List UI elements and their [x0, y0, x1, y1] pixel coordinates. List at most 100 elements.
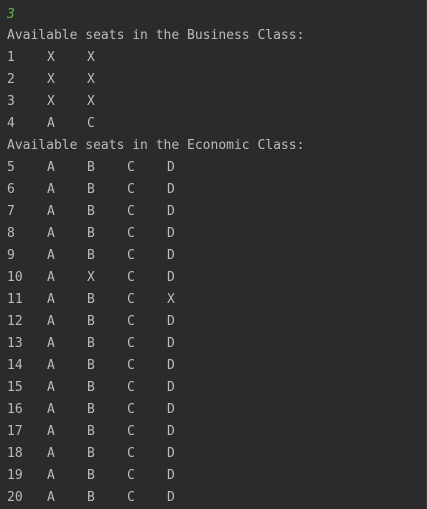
seat-cell: C	[127, 402, 135, 417]
seat-cell: B	[87, 402, 95, 417]
economic-seat-row: 5 A B C D	[7, 157, 426, 179]
seat-cell: A	[47, 380, 55, 395]
seat-cell: D	[167, 270, 175, 285]
seat-cell: C	[127, 358, 135, 373]
economic-seat-rows: 5 A B C D 6 A B C D 7 A B C D 8 A B C D 9 A B C D 10 A X C D 11 A B C X 12 A…	[7, 157, 426, 509]
seat-cell: B	[87, 292, 95, 307]
row-number: 5	[7, 160, 15, 175]
seat-cell: D	[167, 336, 175, 351]
seat-cell: X	[47, 94, 55, 109]
seat-cell: C	[127, 248, 135, 263]
seat-cell: A	[47, 204, 55, 219]
business-seat-row: 2 X X	[7, 69, 426, 91]
row-number: 20	[7, 490, 23, 505]
row-number: 13	[7, 336, 23, 351]
business-class-header: Available seats in the Business Class:	[7, 28, 305, 43]
economic-seat-row: 10 A X C D	[7, 267, 426, 289]
console-lines: Available seats in the Business Class: 1…	[7, 25, 426, 509]
user-input-echo: 3	[7, 7, 15, 22]
seat-cell: D	[167, 490, 175, 505]
row-number: 11	[7, 292, 23, 307]
economic-seat-row: 17 A B C D	[7, 421, 426, 443]
row-number: 3	[7, 94, 15, 109]
seat-cell: C	[127, 314, 135, 329]
seat-cell: B	[87, 226, 95, 241]
console-output[interactable]: 3 Available seats in the Business Class:…	[0, 0, 427, 508]
seat-cell: A	[47, 402, 55, 417]
row-number: 18	[7, 446, 23, 461]
economic-seat-row: 18 A B C D	[7, 443, 426, 465]
row-number: 19	[7, 468, 23, 483]
economic-seat-row: 14 A B C D	[7, 355, 426, 377]
seat-cell: A	[47, 468, 55, 483]
seat-cell: B	[87, 490, 95, 505]
row-number: 10	[7, 270, 23, 285]
seat-cell: B	[87, 446, 95, 461]
seat-cell: D	[167, 446, 175, 461]
row-number: 15	[7, 380, 23, 395]
economic-seat-row: 9 A B C D	[7, 245, 426, 267]
economic-class-header: Available seats in the Economic Class:	[7, 138, 305, 153]
seat-cell: C	[127, 292, 135, 307]
seat-cell: C	[127, 270, 135, 285]
seat-cell: A	[47, 292, 55, 307]
seat-cell: X	[167, 292, 175, 307]
row-number: 7	[7, 204, 15, 219]
seat-cell: B	[87, 160, 95, 175]
seat-cell: C	[127, 226, 135, 241]
seat-cell: X	[47, 50, 55, 65]
seat-cell: B	[87, 468, 95, 483]
economic-seat-row: 12 A B C D	[7, 311, 426, 333]
seat-cell: A	[47, 226, 55, 241]
seat-cell: X	[47, 72, 55, 87]
seat-cell: B	[87, 424, 95, 439]
seat-cell: D	[167, 402, 175, 417]
row-number: 12	[7, 314, 23, 329]
row-number: 9	[7, 248, 15, 263]
seat-cell: C	[127, 468, 135, 483]
business-seat-row: 3 X X	[7, 91, 426, 113]
seat-cell: C	[87, 116, 95, 131]
seat-cell: A	[47, 490, 55, 505]
seat-cell: D	[167, 160, 175, 175]
seat-cell: D	[167, 226, 175, 241]
seat-cell: A	[47, 424, 55, 439]
seat-cell: D	[167, 424, 175, 439]
seat-cell: C	[127, 446, 135, 461]
economic-seat-row: 6 A B C D	[7, 179, 426, 201]
seat-cell: C	[127, 160, 135, 175]
row-number: 2	[7, 72, 15, 87]
row-number: 1	[7, 50, 15, 65]
seat-cell: A	[47, 160, 55, 175]
economic-seat-row: 8 A B C D	[7, 223, 426, 245]
seat-cell: C	[127, 336, 135, 351]
economic-seat-row: 13 A B C D	[7, 333, 426, 355]
seat-cell: X	[87, 72, 95, 87]
seat-cell: C	[127, 204, 135, 219]
seat-cell: A	[47, 336, 55, 351]
seat-cell: B	[87, 248, 95, 263]
seat-cell: A	[47, 358, 55, 373]
seat-cell: B	[87, 182, 95, 197]
seat-cell: B	[87, 204, 95, 219]
economic-seat-row: 7 A B C D	[7, 201, 426, 223]
row-number: 16	[7, 402, 23, 417]
seat-cell: A	[47, 182, 55, 197]
seat-cell: D	[167, 248, 175, 263]
economic-seat-row: 11 A B C X	[7, 289, 426, 311]
seat-cell: A	[47, 270, 55, 285]
seat-cell: X	[87, 50, 95, 65]
seat-cell: A	[47, 314, 55, 329]
seat-cell: D	[167, 380, 175, 395]
seat-cell: A	[47, 116, 55, 131]
row-number: 8	[7, 226, 15, 241]
seat-cell: D	[167, 468, 175, 483]
seat-cell: B	[87, 358, 95, 373]
business-seat-row: 4 A C	[7, 113, 426, 135]
row-number: 14	[7, 358, 23, 373]
seat-cell: C	[127, 424, 135, 439]
economic-seat-row: 16 A B C D	[7, 399, 426, 421]
economic-seat-row: 19 A B C D	[7, 465, 426, 487]
seat-cell: C	[127, 380, 135, 395]
seat-cell: X	[87, 270, 95, 285]
